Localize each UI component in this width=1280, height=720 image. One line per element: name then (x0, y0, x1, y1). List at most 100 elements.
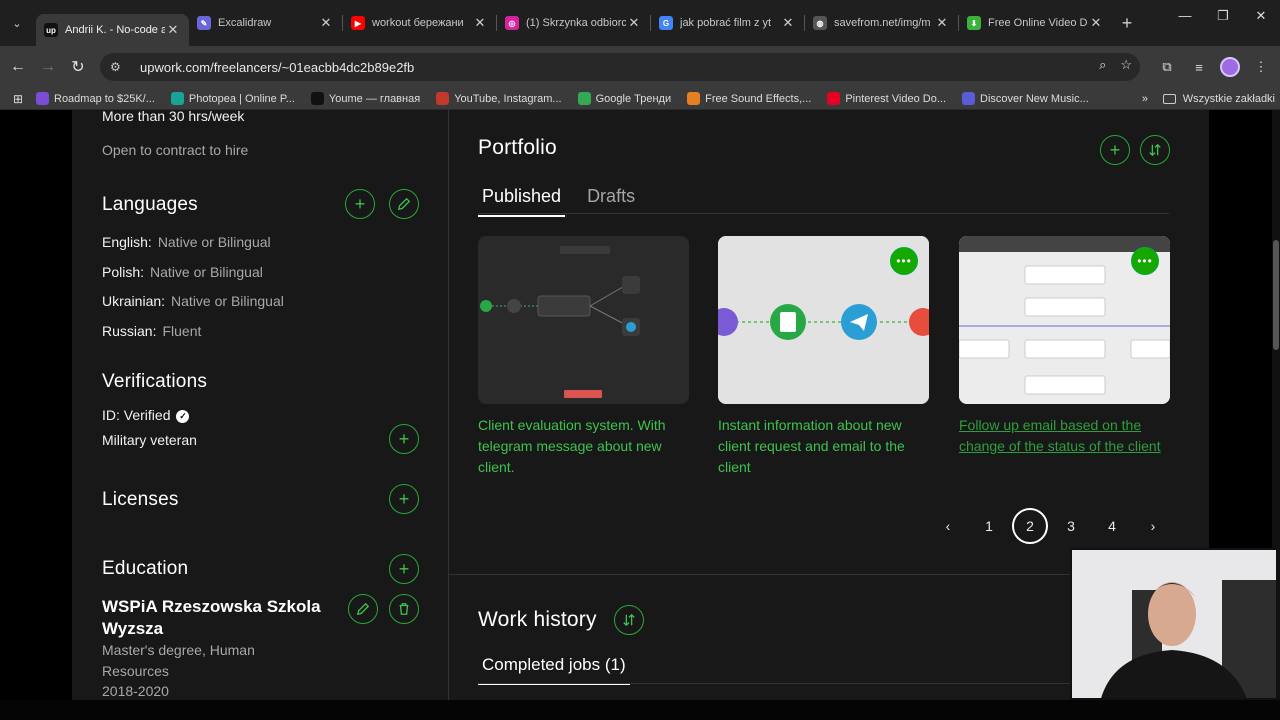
close-tab-icon[interactable]: ✕ (780, 15, 796, 31)
portfolio-title-1[interactable]: Client evaluation system. With telegram … (478, 415, 689, 478)
bookmark-item[interactable]: Discover New Music... (962, 92, 1089, 105)
portfolio-thumbnail-2[interactable]: ••• (718, 236, 929, 404)
bookmark-item[interactable]: Pinterest Video Do... (827, 92, 946, 105)
language-name: Ukrainian: (102, 293, 166, 309)
zoom-icon[interactable]: ⌕ (1099, 57, 1106, 73)
browser-tab-5[interactable]: Gjak pobrać film z yt ✕ (651, 8, 804, 38)
more-bookmarks-icon[interactable]: » (1142, 93, 1148, 105)
next-page-icon[interactable]: › (1135, 508, 1171, 544)
bookmark-item[interactable]: Photopea | Online P... (170, 92, 295, 105)
add-education-button[interactable]: + (389, 554, 419, 584)
address-bar[interactable]: ⚙ upwork.com/freelancers/~01eacbb4dc2b89… (100, 53, 1140, 81)
tab-drafts[interactable]: Drafts (583, 182, 639, 217)
bookmark-item[interactable]: Free Sound Effects,... (687, 92, 811, 105)
close-tab-icon[interactable]: ✕ (318, 15, 334, 31)
reorder-work-history-button[interactable] (614, 605, 644, 635)
bookmark-item[interactable]: Youme — главная (310, 92, 420, 105)
page-3[interactable]: 3 (1053, 508, 1089, 544)
browser-menu-icon[interactable]: ⋮ (1250, 59, 1272, 75)
plus-icon: + (1109, 140, 1121, 160)
more-options-icon[interactable]: ••• (1131, 247, 1159, 275)
forward-icon[interactable]: → (33, 58, 63, 76)
bookmark-label: Photopea | Online P... (188, 92, 295, 105)
add-portfolio-button[interactable]: + (1100, 135, 1130, 165)
browser-tab-1[interactable]: up Andrii K. - No-code a ✕ (36, 14, 189, 46)
workflow-diagram-image (478, 236, 689, 404)
education-years: 2018-2020 (102, 683, 169, 699)
edit-languages-button[interactable] (389, 189, 419, 219)
apps-grid-icon[interactable]: ⊞ (0, 92, 36, 106)
browser-tab-7[interactable]: ⬇ Free Online Video Do ✕ (959, 8, 1112, 38)
tab-completed-jobs[interactable]: Completed jobs (1) (478, 655, 630, 685)
previous-page-icon[interactable]: ‹ (930, 508, 966, 544)
scrollbar-thumb[interactable] (1273, 240, 1279, 350)
browser-tab-6[interactable]: ◍ savefrom.net/img/m ✕ (805, 8, 958, 38)
bookmark-item[interactable]: Roadmap to $25K/... (36, 92, 155, 105)
plus-icon: + (398, 429, 410, 449)
tab-favicon-icon: ✎ (197, 16, 211, 30)
portfolio-title-3[interactable]: Follow up email based on the change of t… (959, 415, 1170, 457)
extensions-icon[interactable]: ⧉ (1156, 59, 1178, 75)
close-tab-icon[interactable]: ✕ (472, 15, 488, 31)
tab-search-icon[interactable]: ⌄ (4, 10, 30, 36)
bookmark-favicon-icon (36, 92, 49, 105)
minimize-icon[interactable]: — (1166, 0, 1204, 32)
portfolio-thumbnail-1[interactable] (478, 236, 689, 404)
add-license-button[interactable]: + (389, 484, 419, 514)
new-tab-icon[interactable]: + (1112, 13, 1142, 34)
profile-avatar[interactable] (1220, 57, 1240, 77)
bottom-bar (0, 700, 1280, 720)
close-tab-icon[interactable]: ✕ (934, 15, 950, 31)
page-2[interactable]: 2 (1012, 508, 1048, 544)
bookmark-favicon-icon (170, 92, 184, 105)
bookmark-list: Roadmap to $25K/... Photopea | Online P..… (36, 92, 1105, 105)
all-bookmarks-button[interactable]: Wszystkie zakładki (1162, 93, 1275, 105)
reload-icon[interactable]: ↻ (63, 57, 93, 77)
portfolio-thumbnail-3[interactable]: ••• (959, 236, 1170, 404)
bookmark-star-icon[interactable]: ☆ (1120, 57, 1132, 73)
tab-title: savefrom.net/img/m (834, 17, 931, 29)
browser-tab-2[interactable]: ✎ Excalidraw ✕ (189, 8, 342, 38)
back-icon[interactable]: ← (3, 58, 33, 76)
id-verified: ID: Verified ✓ (102, 407, 190, 423)
language-level: Native or Bilingual (157, 234, 271, 250)
add-language-button[interactable]: + (345, 189, 375, 219)
language-name: Polish: (102, 263, 145, 280)
bookmark-item[interactable]: Google Тренди (577, 92, 671, 105)
close-tab-icon[interactable]: ✕ (165, 22, 181, 38)
language-row: Ukrainian: Native or Bilingual (102, 293, 284, 309)
languages-heading: Languages (102, 194, 198, 215)
close-window-icon[interactable]: ✕ (1242, 0, 1280, 32)
tab-favicon-icon: ◎ (505, 16, 519, 30)
bookmark-item[interactable]: YouTube, Instagram... (436, 92, 562, 105)
bookmark-label: Discover New Music... (980, 92, 1089, 105)
pencil-icon (397, 197, 411, 211)
close-tab-icon[interactable]: ✕ (626, 15, 642, 31)
reorder-portfolio-button[interactable] (1140, 135, 1170, 165)
media-control-icon[interactable]: ≡ (1188, 60, 1210, 75)
education-school: WSPiA Rzeszowska Szkola Wyzsza (102, 597, 321, 638)
bookmark-favicon-icon (687, 92, 701, 105)
page-4[interactable]: 4 (1094, 508, 1130, 544)
edit-education-button[interactable] (348, 594, 378, 624)
tab-title: Andrii K. - No-code a (65, 24, 165, 36)
page-1[interactable]: 1 (971, 508, 1007, 544)
add-verification-button[interactable]: + (389, 424, 419, 454)
delete-education-button[interactable] (389, 594, 419, 624)
close-tab-icon[interactable]: ✕ (1088, 15, 1104, 31)
tab-published[interactable]: Published (478, 182, 566, 217)
hours-per-week: More than 30 hrs/week (102, 110, 245, 124)
portfolio-title-2[interactable]: Instant information about new client req… (718, 415, 929, 478)
sort-arrows-icon (1149, 143, 1161, 157)
browser-tab-4[interactable]: ◎ (1) Skrzynka odbiorc ✕ (497, 8, 650, 38)
restore-icon[interactable]: ❐ (1204, 0, 1242, 32)
browser-tab-strip: ⌄ up Andrii K. - No-code a ✕ ✎ Excalidraw ✕ ▶ w… (0, 0, 1280, 46)
id-verified-label: ID: Verified (102, 407, 171, 423)
site-info-icon[interactable]: ⚙ (110, 60, 126, 74)
plus-icon: + (398, 559, 410, 579)
tabs-underline (478, 213, 1169, 214)
tab-favicon-icon: ⬇ (967, 16, 981, 30)
browser-tab-3[interactable]: ▶ workout бережани ✕ (343, 8, 496, 38)
tab-title: Excalidraw (218, 17, 272, 29)
more-options-icon[interactable]: ••• (890, 247, 918, 275)
